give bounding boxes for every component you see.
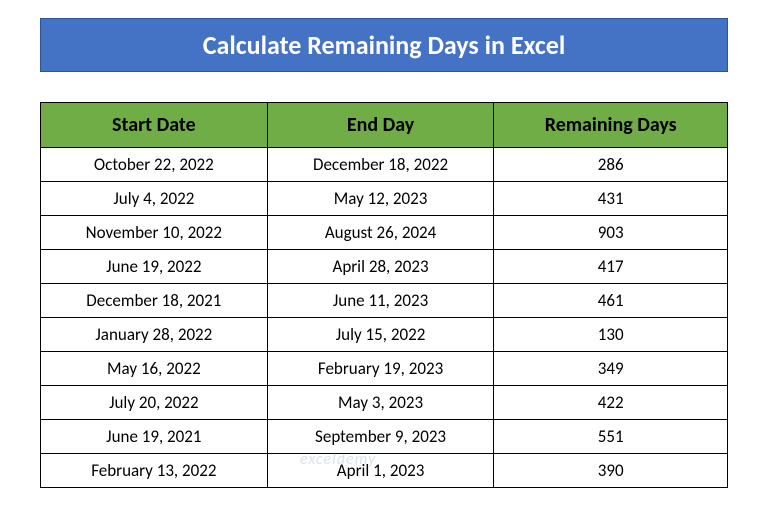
cell-remaining-days: 390	[494, 454, 728, 488]
cell-end-day: December 18, 2022	[267, 148, 494, 182]
cell-remaining-days: 417	[494, 250, 728, 284]
header-end-day: End Day	[267, 103, 494, 148]
cell-remaining-days: 903	[494, 216, 728, 250]
cell-start-date: June 19, 2021	[41, 420, 268, 454]
cell-start-date: January 28, 2022	[41, 318, 268, 352]
table-row: November 10, 2022August 26, 2024903	[41, 216, 728, 250]
table-row: July 20, 2022May 3, 2023422	[41, 386, 728, 420]
cell-remaining-days: 461	[494, 284, 728, 318]
cell-start-date: February 13, 2022	[41, 454, 268, 488]
cell-start-date: July 20, 2022	[41, 386, 268, 420]
data-table: Start Date End Day Remaining Days Octobe…	[40, 102, 728, 488]
cell-remaining-days: 286	[494, 148, 728, 182]
cell-end-day: May 3, 2023	[267, 386, 494, 420]
cell-remaining-days: 130	[494, 318, 728, 352]
cell-start-date: October 22, 2022	[41, 148, 268, 182]
table-row: June 19, 2022April 28, 2023417	[41, 250, 728, 284]
header-remaining-days: Remaining Days	[494, 103, 728, 148]
cell-end-day: June 11, 2023	[267, 284, 494, 318]
cell-start-date: December 18, 2021	[41, 284, 268, 318]
cell-end-day: May 12, 2023	[267, 182, 494, 216]
table-container: Start Date End Day Remaining Days Octobe…	[40, 102, 728, 488]
table-row: May 16, 2022February 19, 2023349	[41, 352, 728, 386]
cell-end-day: February 19, 2023	[267, 352, 494, 386]
cell-end-day: July 15, 2022	[267, 318, 494, 352]
cell-remaining-days: 349	[494, 352, 728, 386]
cell-start-date: November 10, 2022	[41, 216, 268, 250]
cell-end-day: April 28, 2023	[267, 250, 494, 284]
table-header-row: Start Date End Day Remaining Days	[41, 103, 728, 148]
cell-start-date: May 16, 2022	[41, 352, 268, 386]
cell-start-date: July 4, 2022	[41, 182, 268, 216]
cell-end-day: April 1, 2023	[267, 454, 494, 488]
cell-remaining-days: 422	[494, 386, 728, 420]
table-row: July 4, 2022May 12, 2023431	[41, 182, 728, 216]
cell-start-date: June 19, 2022	[41, 250, 268, 284]
table-row: January 28, 2022July 15, 2022130	[41, 318, 728, 352]
cell-remaining-days: 431	[494, 182, 728, 216]
page-title: Calculate Remaining Days in Excel	[40, 18, 728, 72]
table-row: February 13, 2022April 1, 2023390	[41, 454, 728, 488]
cell-remaining-days: 551	[494, 420, 728, 454]
header-start-date: Start Date	[41, 103, 268, 148]
table-row: October 22, 2022December 18, 2022286	[41, 148, 728, 182]
table-row: June 19, 2021September 9, 2023551	[41, 420, 728, 454]
cell-end-day: August 26, 2024	[267, 216, 494, 250]
table-row: December 18, 2021June 11, 2023461	[41, 284, 728, 318]
cell-end-day: September 9, 2023	[267, 420, 494, 454]
